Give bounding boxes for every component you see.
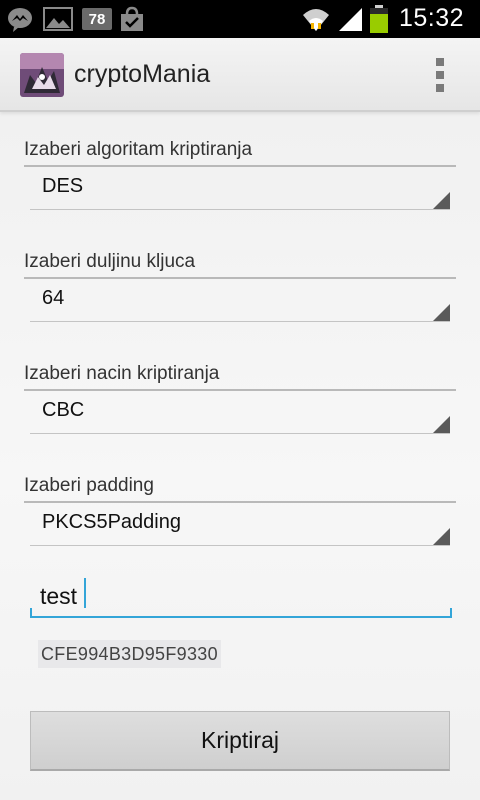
encrypt-button[interactable]: Kriptiraj [30,711,450,771]
text-cursor [84,578,86,608]
shopping-bag-icon [118,6,146,31]
dropdown-arrow-icon [433,528,450,545]
action-bar: cryptoMania [0,38,480,112]
wifi-icon [300,7,332,31]
battery-icon [368,5,390,33]
dropdown-arrow-icon [433,192,450,209]
algorithm-spinner[interactable]: DES [30,170,450,210]
notification-count-badge: 78 [82,8,112,30]
messenger-icon [4,7,36,32]
signal-icon [336,7,364,31]
plaintext-input-container[interactable] [30,572,452,618]
padding-label: Izaberi padding [24,475,456,503]
app-title: cryptoMania [74,60,211,88]
mode-spinner[interactable]: CBC [30,394,450,434]
status-bar: 78 15:32 [0,0,480,38]
overflow-menu-icon[interactable] [436,58,444,92]
app-logo-icon[interactable] [20,53,64,97]
algorithm-value: DES [42,175,84,197]
dropdown-arrow-icon [433,416,450,433]
key-length-value: 64 [42,287,65,309]
padding-value: PKCS5Padding [42,511,181,533]
mode-value: CBC [42,399,85,421]
algorithm-label: Izaberi algoritam kriptiranja [24,139,456,167]
plaintext-input[interactable] [40,580,440,612]
status-time: 15:32 [398,4,464,32]
padding-spinner[interactable]: PKCS5Padding [30,506,450,546]
key-length-spinner[interactable]: 64 [30,282,450,322]
image-icon [42,7,74,31]
dropdown-arrow-icon [433,304,450,321]
encryption-result: CFE994B3D95F9330 [38,640,221,668]
mode-label: Izaberi nacin kriptiranja [24,363,456,391]
key-length-label: Izaberi duljinu kljuca [24,251,456,279]
